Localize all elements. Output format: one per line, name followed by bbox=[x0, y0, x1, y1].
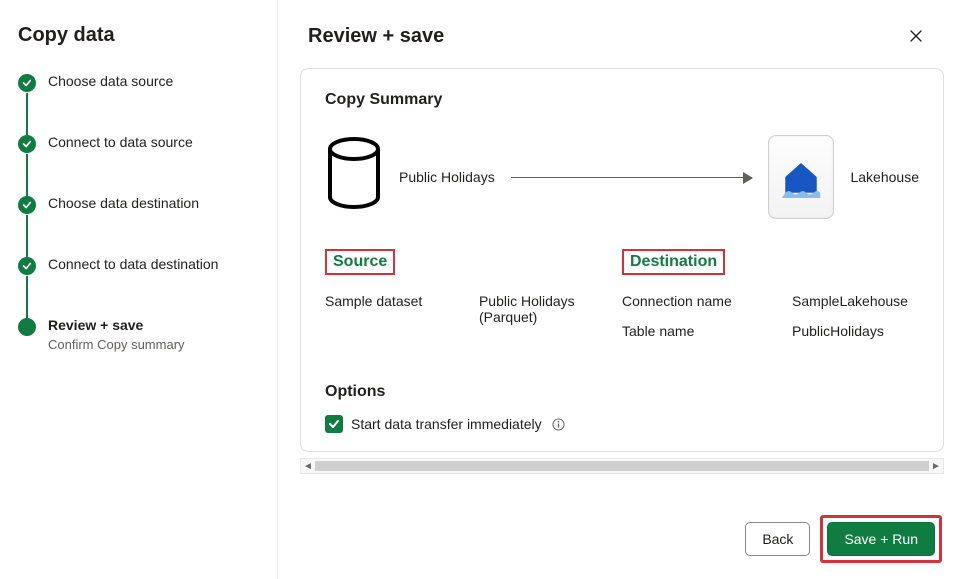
source-heading: Source bbox=[325, 249, 395, 275]
source-column: Source Sample dataset Public Holidays (P… bbox=[325, 249, 622, 353]
kv-row: Table name PublicHolidays bbox=[622, 323, 919, 339]
step-label: Choose data source bbox=[48, 73, 173, 89]
kv-row: Connection name SampleLakehouse bbox=[622, 293, 919, 309]
checkmark-icon bbox=[18, 135, 36, 153]
details-columns: Source Sample dataset Public Holidays (P… bbox=[325, 249, 919, 353]
step-connector bbox=[26, 154, 28, 196]
info-icon[interactable] bbox=[552, 418, 565, 431]
page-title: Review + save bbox=[308, 25, 444, 48]
scrollbar-thumb[interactable] bbox=[315, 461, 929, 471]
summary-flow: Public Holidays Lakehouse bbox=[325, 135, 919, 219]
kv-value: PublicHolidays bbox=[792, 323, 884, 339]
database-icon bbox=[325, 137, 383, 218]
checkmark-icon bbox=[18, 74, 36, 92]
source-name: Public Holidays bbox=[399, 169, 495, 185]
dest-name: Lakehouse bbox=[850, 169, 919, 185]
main-header: Review + save bbox=[278, 0, 960, 68]
footer-actions: Back Save + Run bbox=[745, 515, 942, 563]
kv-key: Connection name bbox=[622, 293, 792, 309]
step-review-save[interactable]: Review + save Confirm Copy summary bbox=[18, 317, 259, 352]
step-label: Choose data destination bbox=[48, 195, 199, 211]
step-connect-to-data-source[interactable]: Connect to data source bbox=[18, 134, 259, 153]
destination-heading: Destination bbox=[622, 249, 725, 275]
step-list: Choose data source Connect to data sourc… bbox=[18, 73, 259, 352]
kv-key: Sample dataset bbox=[325, 293, 479, 325]
step-label: Review + save bbox=[48, 317, 185, 333]
checkbox-start-transfer[interactable] bbox=[325, 415, 343, 433]
step-connector bbox=[26, 215, 28, 257]
kv-value: SampleLakehouse bbox=[792, 293, 908, 309]
scroll-left-icon[interactable]: ◄ bbox=[301, 459, 315, 473]
card-title: Copy Summary bbox=[325, 91, 919, 109]
horizontal-scrollbar[interactable]: ◄ ► bbox=[300, 458, 944, 474]
save-run-highlight: Save + Run bbox=[820, 515, 942, 563]
kv-row: Sample dataset Public Holidays (Parquet) bbox=[325, 293, 622, 325]
step-label: Connect to data destination bbox=[48, 256, 218, 272]
scroll-right-icon[interactable]: ► bbox=[929, 459, 943, 473]
current-step-icon bbox=[18, 318, 36, 336]
step-connector bbox=[26, 93, 28, 135]
step-label: Connect to data source bbox=[48, 134, 193, 150]
kv-value: Public Holidays (Parquet) bbox=[479, 293, 622, 325]
close-button[interactable] bbox=[902, 22, 930, 50]
sidebar-title: Copy data bbox=[18, 24, 259, 47]
checkmark-icon bbox=[18, 257, 36, 275]
checkmark-icon bbox=[18, 196, 36, 214]
option-label: Start data transfer immediately bbox=[351, 416, 542, 432]
arrow-icon bbox=[511, 177, 753, 178]
options-heading: Options bbox=[325, 383, 919, 401]
step-sublabel: Confirm Copy summary bbox=[48, 337, 185, 352]
step-choose-data-source[interactable]: Choose data source bbox=[18, 73, 259, 92]
step-connect-to-data-destination[interactable]: Connect to data destination bbox=[18, 256, 259, 275]
lakehouse-icon bbox=[768, 135, 834, 219]
kv-key: Table name bbox=[622, 323, 792, 339]
step-choose-data-destination[interactable]: Choose data destination bbox=[18, 195, 259, 214]
destination-column: Destination Connection name SampleLakeho… bbox=[622, 249, 919, 353]
back-button[interactable]: Back bbox=[745, 522, 810, 556]
save-run-button[interactable]: Save + Run bbox=[827, 522, 935, 556]
step-connector bbox=[26, 276, 28, 318]
option-start-transfer: Start data transfer immediately bbox=[325, 415, 919, 433]
wizard-sidebar: Copy data Choose data source Connect to … bbox=[0, 0, 278, 579]
main-panel: Review + save Copy Summary Public Holida… bbox=[278, 0, 960, 579]
copy-summary-card: Copy Summary Public Holidays Lakehouse S… bbox=[300, 68, 944, 452]
